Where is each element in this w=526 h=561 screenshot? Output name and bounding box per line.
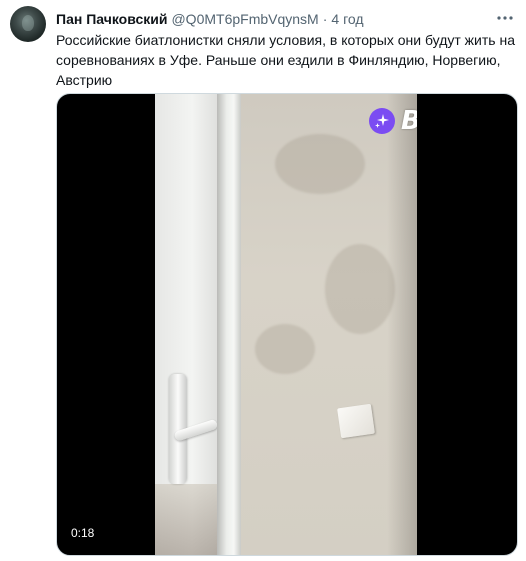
tweet-text: Российские биатлонистки сняли условия, в… (56, 32, 515, 88)
video-frame: BAZA (155, 94, 417, 555)
frame-shadow (387, 94, 417, 555)
video-duration: 0:18 (67, 523, 99, 543)
sparkle-icon (369, 108, 395, 134)
door-frame (217, 94, 241, 555)
wall-stain (275, 134, 365, 194)
display-name[interactable]: Пан Пачковский (56, 10, 167, 28)
wall-stain (255, 324, 315, 374)
user-handle[interactable]: @Q0MT6pFmbVqynsM (171, 10, 318, 28)
door (155, 94, 219, 555)
video-player[interactable]: BAZA 0:18 (56, 93, 518, 556)
tweet-header: Пан Пачковский @Q0MT6pFmbVqynsM · 4 год (56, 10, 490, 28)
watermark-text: BAZA (401, 106, 417, 136)
tweet-card[interactable]: Пан Пачковский @Q0MT6pFmbVqynsM · 4 год … (0, 0, 526, 561)
avatar[interactable] (10, 6, 46, 42)
timestamp[interactable]: 4 год (331, 10, 363, 28)
baza-watermark: BAZA (369, 106, 417, 136)
wall-stain (325, 244, 395, 334)
door-bottom-shadow (155, 484, 217, 555)
dot-separator: · (322, 11, 328, 27)
more-dots-icon[interactable] (494, 8, 516, 28)
light-switch (337, 403, 375, 439)
